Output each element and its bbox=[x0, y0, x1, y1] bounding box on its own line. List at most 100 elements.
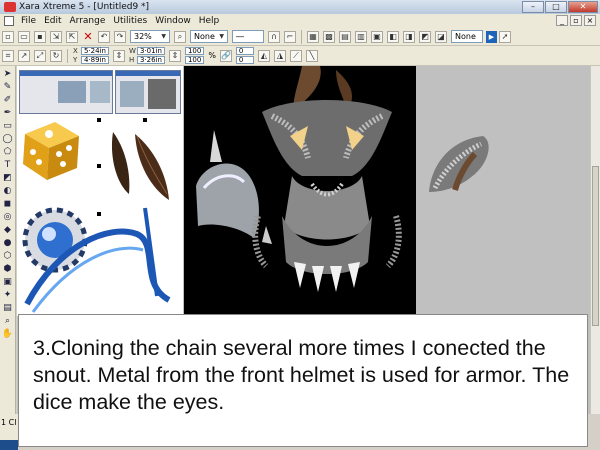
blend-tool-icon[interactable]: ● bbox=[2, 237, 14, 249]
rectangle-tool-icon[interactable]: ▭ bbox=[2, 120, 14, 132]
pen-tool-icon[interactable]: ✒ bbox=[2, 107, 14, 119]
play-icon[interactable]: ▶ bbox=[486, 30, 497, 43]
stroke-y-input[interactable]: 0 bbox=[235, 56, 254, 64]
selector-tool-icon[interactable]: ➤ bbox=[2, 68, 14, 80]
export-icon[interactable]: ⇱ bbox=[66, 30, 78, 43]
quickshape-tool-icon[interactable]: ⬠ bbox=[2, 146, 14, 158]
document-window-controls: _ ▫ × bbox=[556, 15, 596, 26]
zoom-combo[interactable]: 32% ▼ bbox=[130, 30, 170, 43]
gallery-icon-9[interactable]: ◪ bbox=[435, 30, 447, 43]
lock-aspect-icon[interactable]: 🔗 bbox=[219, 49, 232, 62]
feather-combo[interactable]: None bbox=[451, 30, 483, 43]
maximize-button[interactable]: □ bbox=[545, 1, 567, 13]
stroke-x-input[interactable]: 0 bbox=[235, 47, 254, 55]
gallery-icon-7[interactable]: ◨ bbox=[403, 30, 415, 43]
shadow-tool-icon[interactable]: ◼ bbox=[2, 198, 14, 210]
line-width-combo[interactable]: ― bbox=[232, 30, 264, 43]
open-folder-icon[interactable]: ▭ bbox=[18, 30, 30, 43]
toolbar-separator bbox=[67, 48, 68, 63]
freehand-tool-icon[interactable]: ✐ bbox=[2, 94, 14, 106]
skew-icon[interactable]: ⟋ bbox=[289, 49, 302, 62]
contour-tool-icon[interactable]: ◎ bbox=[2, 211, 14, 223]
xara-app-icon[interactable] bbox=[4, 2, 16, 12]
ellipse-tool-icon[interactable]: ◯ bbox=[2, 133, 14, 145]
live-effects-tool-icon[interactable]: ✦ bbox=[2, 289, 14, 301]
scrollbar-thumb[interactable] bbox=[592, 166, 599, 326]
dice-clipart[interactable] bbox=[19, 118, 83, 184]
selection-handle[interactable] bbox=[97, 164, 101, 168]
width-input[interactable]: 3·01in bbox=[136, 47, 165, 55]
y-position-input[interactable]: 4·89in bbox=[81, 56, 109, 64]
scale-height-input[interactable]: 100 bbox=[184, 56, 205, 64]
scale-width-input[interactable]: 100 bbox=[184, 47, 205, 55]
redo-icon[interactable]: ↷ bbox=[114, 30, 126, 43]
gallery-icon-4[interactable]: ▥ bbox=[355, 30, 367, 43]
extrude-tool-icon[interactable]: ⬢ bbox=[2, 263, 14, 275]
menu-edit[interactable]: Edit bbox=[40, 16, 65, 26]
vertical-scrollbar[interactable] bbox=[590, 66, 600, 414]
text-tool-icon[interactable]: T bbox=[2, 159, 14, 171]
zoom-tool-icon[interactable]: ⌕ bbox=[2, 315, 14, 327]
bounds-icon[interactable]: ⤢ bbox=[34, 49, 46, 62]
transparency-tool-icon[interactable]: ◐ bbox=[2, 185, 14, 197]
thumbnail-title-bar bbox=[116, 71, 180, 76]
x-position-input[interactable]: 5·24in bbox=[81, 47, 109, 55]
feather-value: None bbox=[455, 32, 476, 41]
feathers-clipart[interactable] bbox=[107, 128, 175, 206]
import-icon[interactable]: ⇲ bbox=[50, 30, 62, 43]
menu-arrange[interactable]: Arrange bbox=[66, 16, 110, 26]
diagonal-line-icon[interactable]: ╲ bbox=[305, 49, 318, 62]
gallery-icon-5[interactable]: ▣ bbox=[371, 30, 383, 43]
gallery-icon-2[interactable]: ▩ bbox=[323, 30, 335, 43]
flip-vertical-icon[interactable]: ◮ bbox=[273, 49, 286, 62]
minimize-button[interactable]: – bbox=[522, 1, 544, 13]
quality-combo[interactable]: None ▼ bbox=[190, 30, 228, 43]
gallery-icon-3[interactable]: ▤ bbox=[339, 30, 351, 43]
magnet-icon[interactable]: ∩ bbox=[268, 30, 280, 43]
document-icon[interactable] bbox=[4, 16, 14, 26]
menu-window[interactable]: Window bbox=[151, 16, 195, 26]
selection-handle[interactable] bbox=[143, 118, 147, 122]
dragon-head-clipart[interactable] bbox=[252, 66, 402, 296]
gallery-icon-6[interactable]: ◧ bbox=[387, 30, 399, 43]
flip-horizontal-icon[interactable]: ◭ bbox=[257, 49, 270, 62]
rotate-icon[interactable]: ↻ bbox=[50, 49, 62, 62]
pointer-arrow-icon[interactable]: ➚ bbox=[499, 30, 511, 43]
menu-help[interactable]: Help bbox=[195, 16, 224, 26]
artwork-black-panel[interactable] bbox=[184, 66, 416, 316]
delete-icon[interactable]: ✕ bbox=[82, 31, 94, 43]
mould-tool-icon[interactable]: ⬡ bbox=[2, 250, 14, 262]
gallery-icon-8[interactable]: ◩ bbox=[419, 30, 431, 43]
rotate-mode-icon[interactable]: ↗ bbox=[18, 49, 30, 62]
undo-icon[interactable]: ↶ bbox=[98, 30, 110, 43]
selection-handle[interactable] bbox=[97, 212, 101, 216]
spin-arrows-icon[interactable]: ⇕ bbox=[168, 49, 181, 62]
doc-close-button[interactable]: × bbox=[584, 15, 596, 26]
doc-minimize-button[interactable]: _ bbox=[556, 15, 568, 26]
bevel-tool-icon[interactable]: ◆ bbox=[2, 224, 14, 236]
fill-tool-icon[interactable]: ◩ bbox=[2, 172, 14, 184]
spin-arrows-icon[interactable]: ⇕ bbox=[112, 49, 125, 62]
selector-options-icon[interactable]: ⌗ bbox=[2, 49, 14, 62]
screenshot-thumbnail-1[interactable] bbox=[19, 70, 113, 114]
push-tool-icon[interactable]: ✋ bbox=[2, 328, 14, 340]
menu-utilities[interactable]: Utilities bbox=[109, 16, 151, 26]
menu-file[interactable]: File bbox=[17, 16, 40, 26]
x-label: X bbox=[73, 47, 78, 55]
sphere-swirl-clipart[interactable] bbox=[19, 204, 179, 316]
slice-tool-icon[interactable]: ▤ bbox=[2, 302, 14, 314]
new-document-icon[interactable]: ▫ bbox=[2, 30, 14, 43]
save-icon[interactable]: ▪ bbox=[34, 30, 46, 43]
gallery-icon-1[interactable]: ▦ bbox=[307, 30, 319, 43]
doc-restore-button[interactable]: ▫ bbox=[570, 15, 582, 26]
screenshot-thumbnail-2[interactable] bbox=[115, 70, 181, 114]
snap-icon[interactable]: ⌐ bbox=[284, 30, 296, 43]
close-button[interactable]: ✕ bbox=[568, 1, 598, 13]
shape-editor-tool-icon[interactable]: ✎ bbox=[2, 81, 14, 93]
selection-handle[interactable] bbox=[97, 118, 101, 122]
chain-wing-clipart[interactable] bbox=[425, 132, 497, 198]
height-input[interactable]: 3·26in bbox=[136, 56, 165, 64]
document-page[interactable] bbox=[17, 66, 183, 316]
photo-tool-icon[interactable]: ▣ bbox=[2, 276, 14, 288]
zoom-tool-icon[interactable]: ⌕ bbox=[174, 30, 186, 43]
